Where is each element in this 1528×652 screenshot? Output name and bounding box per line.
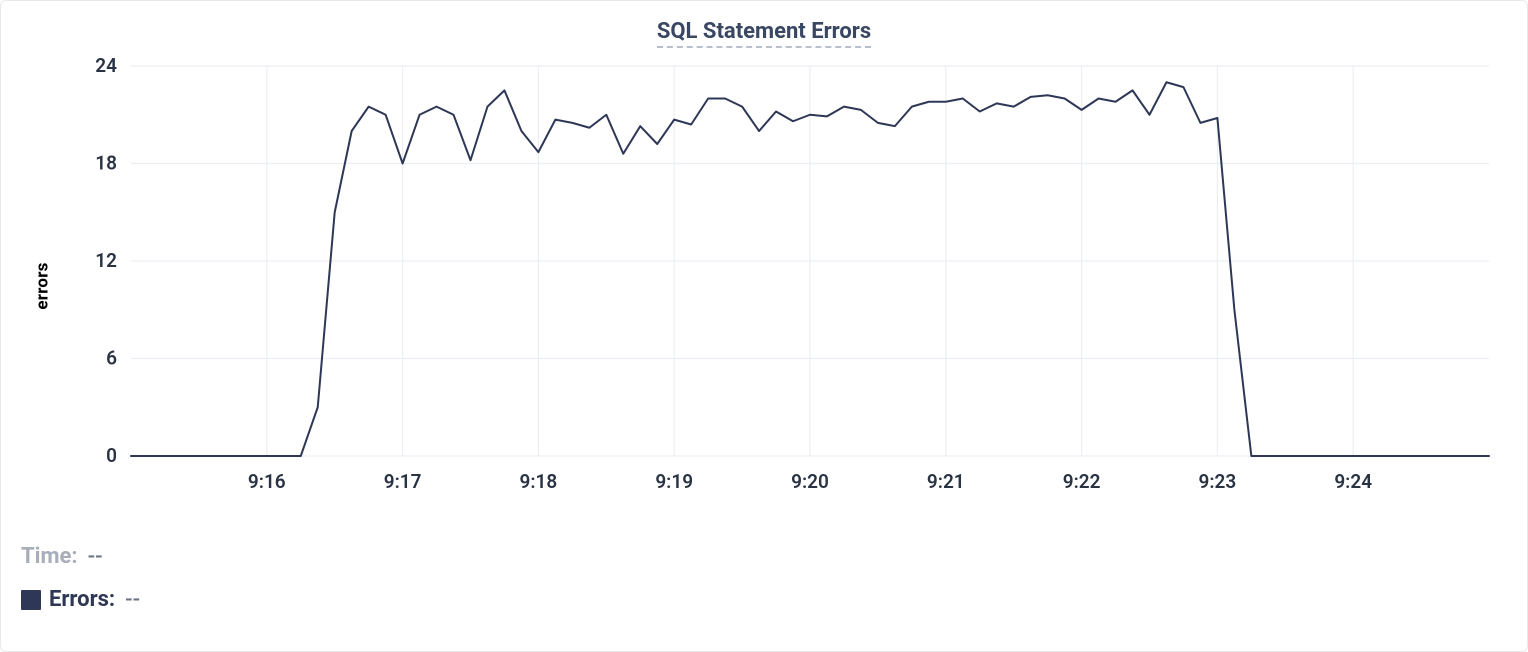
svg-text:9:24: 9:24 bbox=[1334, 470, 1372, 493]
svg-text:24: 24 bbox=[95, 56, 117, 77]
chart-area[interactable]: errors 9:169:179:189:199:209:219:229:239… bbox=[21, 56, 1507, 516]
svg-text:9:16: 9:16 bbox=[248, 470, 286, 493]
footer-time-row: Time: -- bbox=[21, 544, 1507, 569]
legend-swatch-errors bbox=[21, 590, 41, 610]
svg-text:0: 0 bbox=[106, 444, 117, 467]
svg-text:18: 18 bbox=[95, 152, 117, 175]
svg-text:12: 12 bbox=[95, 249, 117, 272]
footer-time-label: Time: bbox=[21, 544, 78, 569]
chart-footer: Time: -- Errors: -- bbox=[21, 544, 1507, 612]
footer-time-value: -- bbox=[88, 544, 103, 569]
svg-text:9:18: 9:18 bbox=[520, 470, 558, 493]
svg-text:9:22: 9:22 bbox=[1063, 470, 1101, 493]
svg-text:9:20: 9:20 bbox=[791, 470, 829, 493]
svg-text:9:19: 9:19 bbox=[655, 470, 693, 493]
footer-errors-value: -- bbox=[125, 587, 140, 612]
svg-text:9:21: 9:21 bbox=[927, 470, 965, 493]
svg-text:9:17: 9:17 bbox=[384, 470, 422, 493]
line-chart-svg: 9:16 9:17 9:18 9:19 9:20 9:21 9:22 9:23 9:24 0 6 12… bbox=[21, 56, 1509, 516]
footer-errors-row: Errors: -- bbox=[21, 587, 1507, 612]
svg-text:6: 6 bbox=[106, 347, 117, 370]
footer-errors-label: Errors: bbox=[49, 587, 115, 612]
svg-text:9:23: 9:23 bbox=[1199, 470, 1237, 493]
chart-card: SQL Statement Errors errors 9:169:179:18… bbox=[0, 0, 1528, 652]
chart-title: SQL Statement Errors bbox=[657, 19, 871, 48]
